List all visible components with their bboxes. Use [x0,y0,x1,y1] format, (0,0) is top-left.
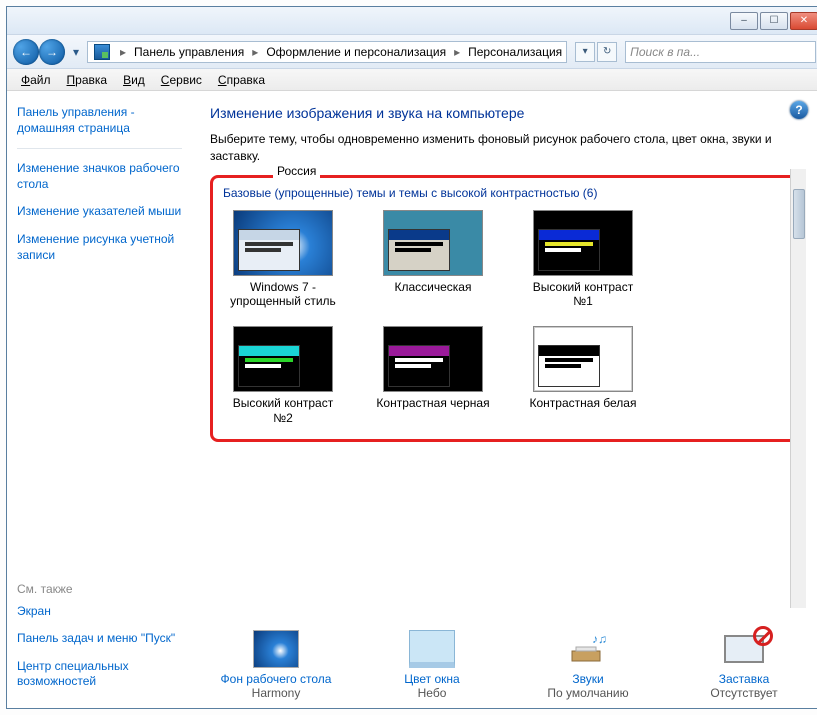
desktop-background-icon [253,630,299,668]
sidebar-home-link[interactable]: Панель управления - домашняя страница [17,105,182,136]
page-title: Изменение изображения и звука на компьют… [210,105,804,121]
theme-contrast-black[interactable]: Контрастная черная [373,326,493,425]
option-desktop-background[interactable]: Фон рабочего стола Harmony [216,630,336,700]
option-label: Цвет окна [404,672,459,686]
theme-contrast-white[interactable]: Контрастная белая [523,326,643,425]
bc-dropdown-button[interactable]: ▾ [575,42,595,62]
see-also: См. также Экран Панель задач и меню "Пус… [17,582,182,694]
nav-arrows: ← → [13,39,65,65]
highlight-frame: Россия Базовые (упрощенные) темы и темы … [210,175,804,443]
bc-appearance[interactable]: Оформление и персонализация [264,43,448,61]
content: ? Изменение изображения и звука на компь… [192,91,817,708]
menu-edit[interactable]: Правка [61,71,114,89]
sidebar-desktop-icons[interactable]: Изменение значков рабочего стола [17,161,182,192]
search-input[interactable]: Поиск в па... [625,41,816,63]
option-label: Фон рабочего стола [221,672,332,686]
menu-help[interactable]: Справка [212,71,271,89]
window: – ☐ ✕ ← → ▾ ▸ Панель управления ▸ Оформл… [6,6,817,709]
theme-label: Контрастная белая [530,396,637,410]
close-button[interactable]: ✕ [790,12,817,30]
scrollbar[interactable] [790,169,806,608]
option-value: Небо [418,686,447,700]
theme-classic[interactable]: Классическая [373,210,493,309]
option-value: Harmony [252,686,301,700]
window-color-icon [409,630,455,668]
sidebar-mouse-pointers[interactable]: Изменение указателей мыши [17,204,182,220]
main: Панель управления - домашняя страница Из… [7,91,817,708]
option-window-color[interactable]: Цвет окна Небо [372,630,492,700]
sidebar: Панель управления - домашняя страница Из… [7,91,192,708]
bc-sep-icon: ▸ [114,45,132,59]
menu-service[interactable]: Сервис [155,71,208,89]
sounds-icon: ♪♫ [565,630,611,668]
bc-sep-icon: ▸ [246,45,264,59]
option-value: Отсутствует [710,686,777,700]
titlebar: – ☐ ✕ [7,7,817,35]
help-icon[interactable]: ? [790,101,808,119]
partial-theme-label: Россия [273,164,320,178]
theme-high-contrast-1[interactable]: Высокий контраст №1 [523,210,643,309]
menu-view[interactable]: Вид [117,71,151,89]
see-also-ease-of-access[interactable]: Центр специальных возможностей [17,659,182,690]
theme-win7-basic[interactable]: Windows 7 - упрощенный стиль [223,210,343,309]
navbar: ← → ▾ ▸ Панель управления ▸ Оформление и… [7,35,817,69]
option-label: Звуки [572,672,603,686]
option-label: Заставка [719,672,770,686]
bc-sep-icon: ▸ [448,45,466,59]
maximize-button[interactable]: ☐ [760,12,788,30]
breadcrumb: ▸ Панель управления ▸ Оформление и персо… [87,41,567,63]
svg-text:♪♫: ♪♫ [592,632,607,646]
section-title: Базовые (упрощенные) темы и темы с высок… [223,186,791,200]
option-sounds[interactable]: ♪♫ Звуки По умолчанию [528,630,648,700]
forward-button[interactable]: → [39,39,65,65]
see-also-taskbar[interactable]: Панель задач и меню "Пуск" [17,631,182,647]
theme-label: Классическая [395,280,472,294]
theme-label: Контрастная черная [376,396,489,410]
control-panel-icon [94,44,110,60]
bottom-row: Фон рабочего стола Harmony Цвет окна Неб… [210,622,804,700]
window-controls: – ☐ ✕ [730,12,817,30]
theme-label: Windows 7 - упрощенный стиль [223,280,343,309]
back-button[interactable]: ← [13,39,39,65]
sidebar-account-picture[interactable]: Изменение рисунка учетной записи [17,232,182,263]
see-also-display[interactable]: Экран [17,604,182,620]
menu-file[interactable]: Файл [15,71,57,89]
refresh-button[interactable]: ↻ [597,42,617,62]
option-value: По умолчанию [547,686,628,700]
screensaver-icon [721,630,767,668]
theme-label: Высокий контраст №2 [223,396,343,425]
theme-grid: Windows 7 - упрощенный стиль [223,210,791,426]
see-also-header: См. также [17,582,182,596]
menubar: Файл Правка Вид Сервис Справка [7,69,817,91]
option-screensaver[interactable]: Заставка Отсутствует [684,630,804,700]
minimize-button[interactable]: – [730,12,758,30]
theme-label: Высокий контраст №1 [523,280,643,309]
theme-high-contrast-2[interactable]: Высокий контраст №2 [223,326,343,425]
page-subtitle: Выберите тему, чтобы одновременно измени… [210,131,804,165]
bc-personalization[interactable]: Персонализация [466,43,564,61]
history-dropdown-icon[interactable]: ▾ [69,45,83,59]
bc-control-panel[interactable]: Панель управления [132,43,246,61]
